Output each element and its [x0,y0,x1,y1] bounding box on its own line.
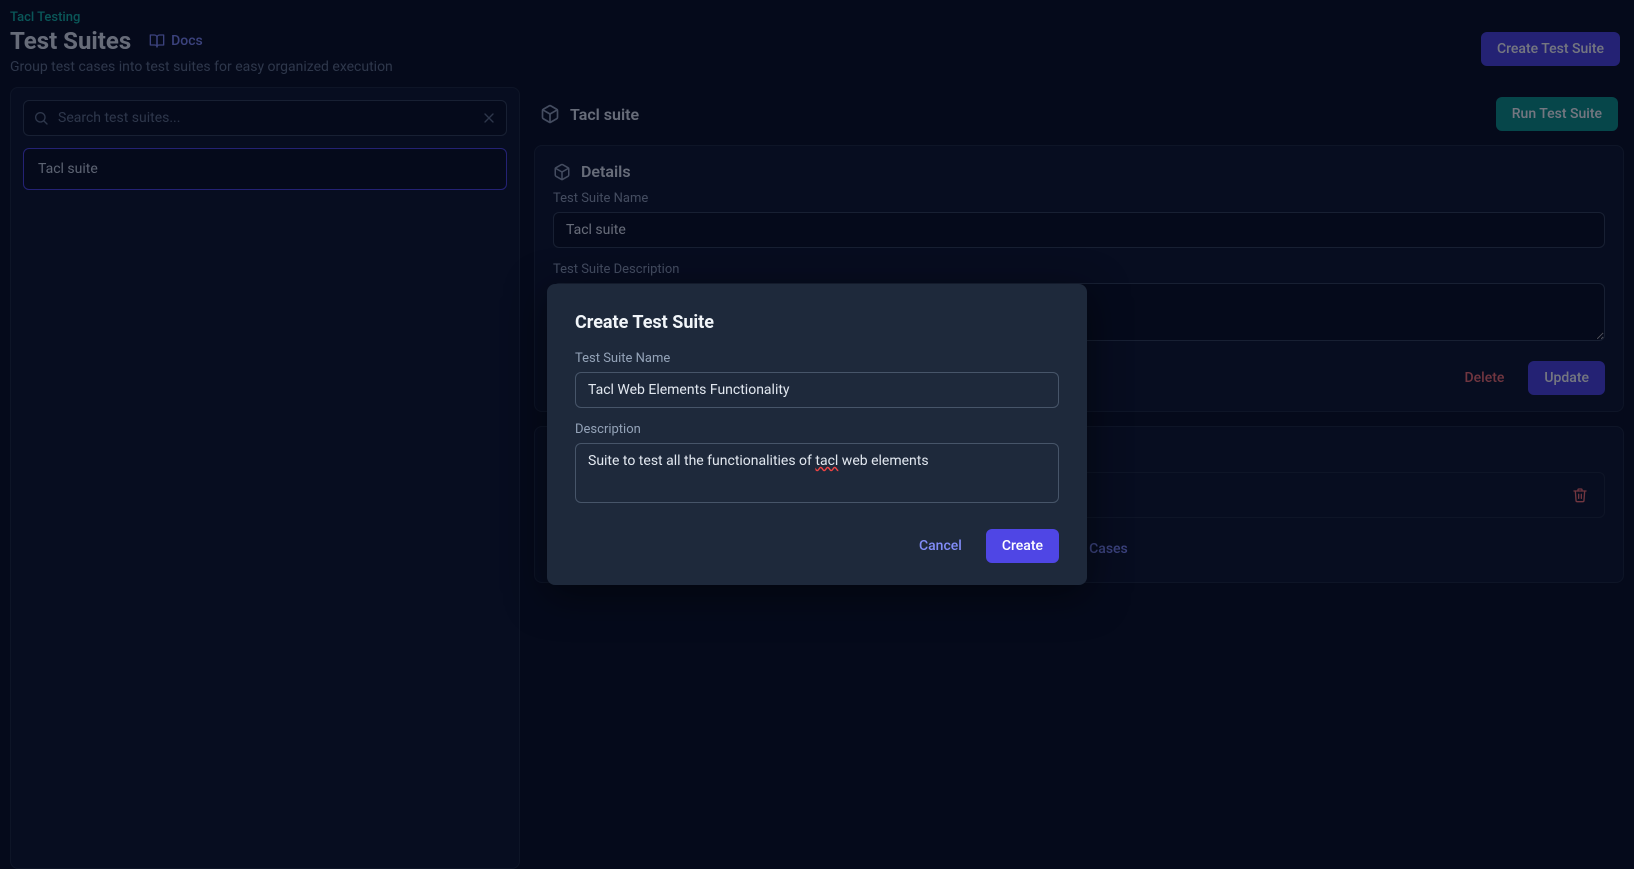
modal-backdrop[interactable]: Create Test Suite Test Suite Name Descri… [0,0,1634,869]
modal-desc-label: Description [575,422,1059,437]
modal-desc-input[interactable]: Suite to test all the functionalities of… [575,443,1059,503]
modal-name-label: Test Suite Name [575,351,1059,366]
modal-cancel-button[interactable]: Cancel [903,529,978,563]
modal-name-input[interactable] [575,372,1059,408]
modal-create-button[interactable]: Create [986,529,1059,563]
create-suite-modal: Create Test Suite Test Suite Name Descri… [547,284,1087,585]
modal-title: Create Test Suite [575,312,1059,333]
